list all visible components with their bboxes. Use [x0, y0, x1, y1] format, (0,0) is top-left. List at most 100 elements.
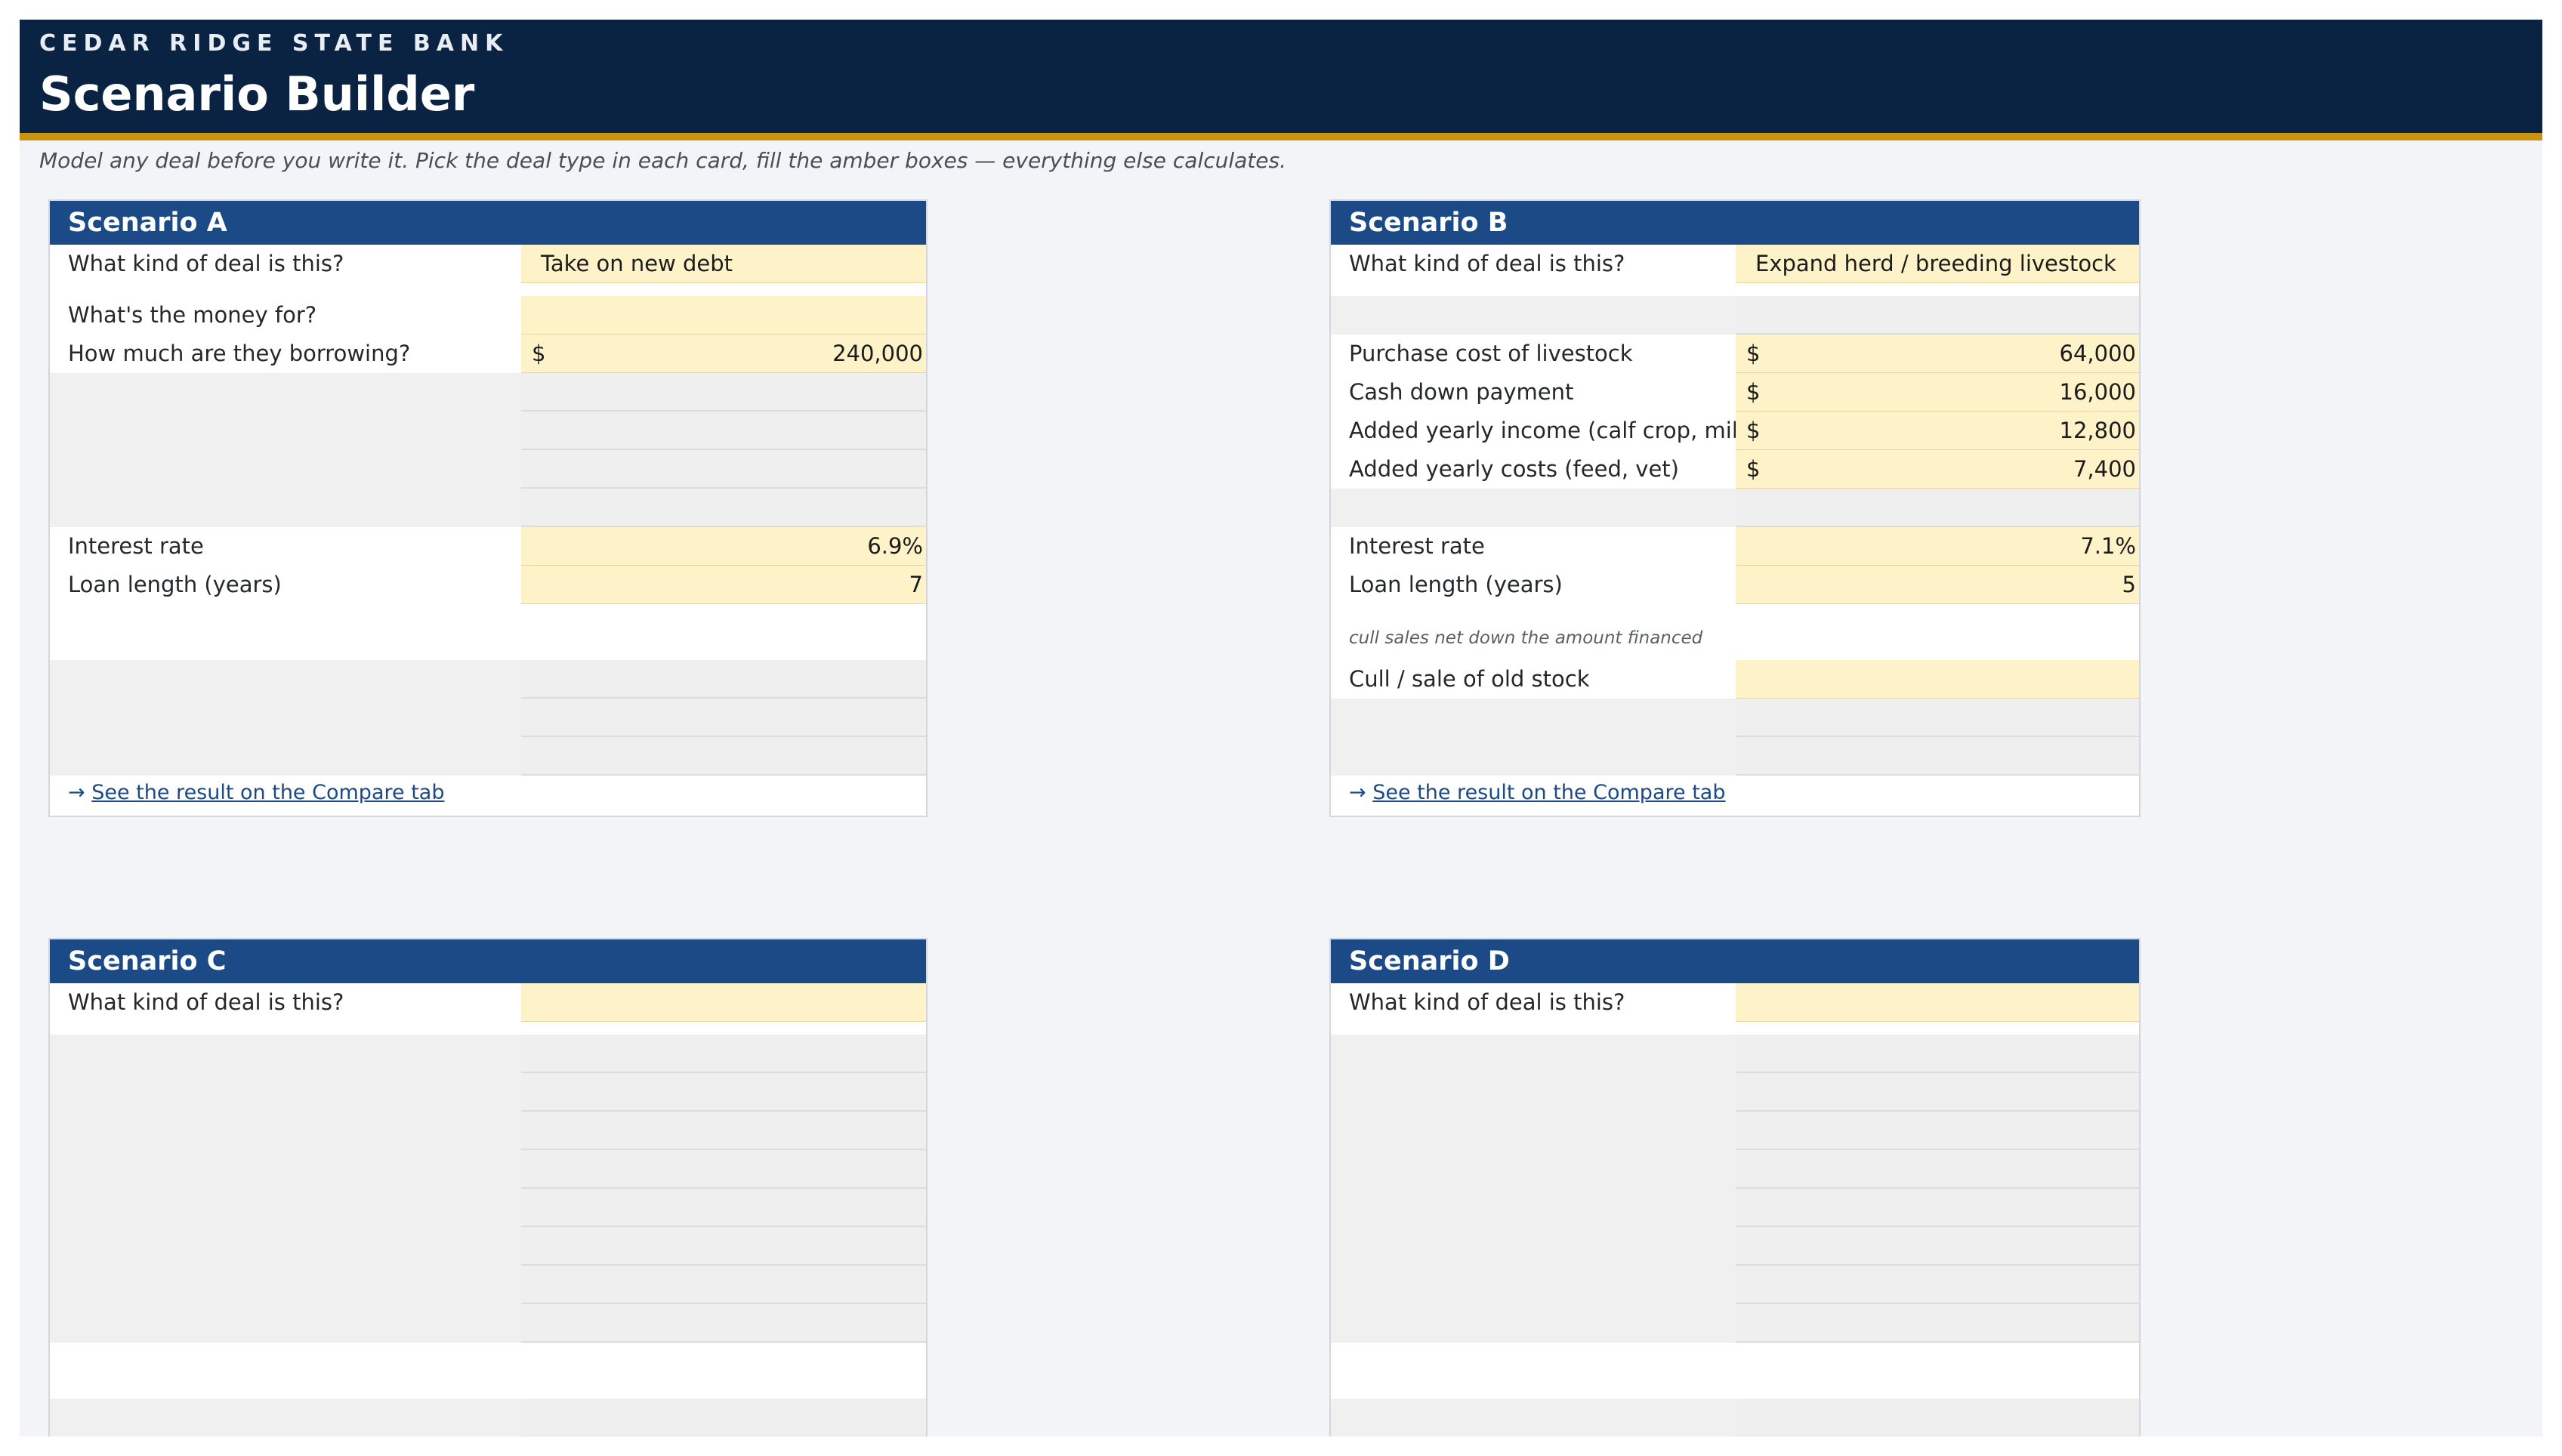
deal-type-select[interactable]: [1736, 983, 2139, 1022]
header-banner: CEDAR RIDGE STATE BANK Scenario Builder: [20, 20, 2542, 140]
inactive-rows-label-area: [1331, 1035, 1736, 1343]
compare-tab-link-text: See the result on the Compare tab: [1372, 781, 1726, 804]
inactive-cell: [1736, 296, 2139, 335]
arrow-right-icon: →: [1349, 781, 1366, 804]
currency-symbol: $: [1746, 418, 1761, 443]
inactive-cell: [1736, 1399, 2139, 1436]
inactive-cell: [521, 1189, 926, 1227]
inactive-cell: [521, 1266, 926, 1304]
inactive-cell: [1736, 1112, 2139, 1150]
currency-symbol: $: [532, 341, 546, 366]
inactive-rows-label-area: [50, 660, 521, 776]
deal-type-label: What kind of deal is this?: [68, 989, 344, 1015]
compare-tab-link[interactable]: → See the result on the Compare tab: [68, 781, 444, 804]
compare-tab-link-text: See the result on the Compare tab: [91, 781, 445, 804]
inactive-cell: [521, 373, 926, 412]
spreadsheet-canvas: CEDAR RIDGE STATE BANK Scenario Builder …: [20, 20, 2542, 1436]
inactive-cell: [521, 412, 926, 450]
scenario-c-card: Scenario C What kind of deal is this?: [48, 938, 928, 1436]
inactive-cell: [521, 737, 926, 776]
cull-sale-label: Cull / sale of old stock: [1349, 666, 1590, 692]
inactive-cell: [521, 450, 926, 489]
inactive-cell: [1736, 1266, 2139, 1304]
scenario-c-title: Scenario C: [50, 939, 926, 983]
deal-type-select[interactable]: Expand herd / breeding livestock: [1736, 245, 2139, 283]
added-income-value: 12,800: [2059, 418, 2136, 443]
inactive-cell: [1736, 1035, 2139, 1073]
inactive-cell: [521, 1035, 926, 1073]
inactive-cell: [1736, 489, 2139, 527]
interest-rate-label: Interest rate: [1349, 533, 1485, 559]
inactive-cell: [1736, 1227, 2139, 1266]
inactive-cell: [1736, 737, 2139, 776]
added-costs-value: 7,400: [2073, 456, 2136, 482]
inactive-cell: [521, 1227, 926, 1266]
inactive-cell: [521, 489, 926, 527]
deal-type-select[interactable]: Take on new debt: [521, 245, 926, 283]
added-income-input[interactable]: $ 12,800: [1736, 412, 2139, 450]
inactive-cell: [1736, 1150, 2139, 1189]
purchase-cost-label: Purchase cost of livestock: [1349, 341, 1633, 366]
scenario-a-card: Scenario A What kind of deal is this? Ta…: [48, 199, 928, 817]
inactive-rows-label-area: [50, 1399, 521, 1436]
added-income-label: Added yearly income (calf crop, milk): [1349, 418, 1736, 443]
inactive-cell: [521, 1399, 926, 1436]
interest-rate-input[interactable]: 7.1%: [1736, 527, 2139, 566]
inactive-cell: [521, 1150, 926, 1189]
amount-value: 240,000: [832, 341, 923, 366]
deal-type-value: Expand herd / breeding livestock: [1755, 251, 2116, 276]
inactive-row-label: [1331, 296, 1736, 335]
currency-symbol: $: [1746, 456, 1761, 482]
scenario-d-card: Scenario D What kind of deal is this?: [1329, 938, 2141, 1436]
page-title: Scenario Builder: [39, 66, 475, 122]
inactive-rows-label-area: [50, 1035, 521, 1343]
interest-rate-input[interactable]: 6.9%: [521, 527, 926, 566]
deal-type-label: What kind of deal is this?: [1349, 989, 1625, 1015]
amount-input[interactable]: $ 240,000: [521, 335, 926, 373]
scenario-b-title: Scenario B: [1331, 201, 2139, 245]
instructions-text: Model any deal before you write it. Pick…: [39, 148, 1287, 173]
cull-sales-note: cull sales net down the amount financed: [1349, 628, 1703, 648]
inactive-cell: [1736, 1189, 2139, 1227]
inactive-cell: [1736, 699, 2139, 737]
loan-length-input[interactable]: 7: [521, 566, 926, 604]
inactive-cell: [1736, 1304, 2139, 1343]
bank-name: CEDAR RIDGE STATE BANK: [39, 30, 509, 57]
inactive-cell: [521, 1304, 926, 1343]
currency-symbol: $: [1746, 379, 1761, 405]
purchase-cost-input[interactable]: $ 64,000: [1736, 335, 2139, 373]
deal-type-label: What kind of deal is this?: [68, 251, 344, 276]
inactive-rows-label-area: [1331, 1399, 1736, 1436]
loan-length-label: Loan length (years): [68, 572, 282, 597]
inactive-cell: [521, 699, 926, 737]
inactive-cell: [521, 1112, 926, 1150]
loan-length-input[interactable]: 5: [1736, 566, 2139, 604]
compare-tab-link[interactable]: → See the result on the Compare tab: [1349, 781, 1725, 804]
loan-length-value: 5: [2122, 572, 2136, 597]
deal-type-label: What kind of deal is this?: [1349, 251, 1625, 276]
interest-rate-label: Interest rate: [68, 533, 204, 559]
interest-rate-value: 6.9%: [867, 533, 923, 559]
amount-label: How much are they borrowing?: [68, 341, 411, 366]
purpose-input[interactable]: [521, 296, 926, 335]
cull-sale-input[interactable]: [1736, 660, 2139, 699]
purpose-label: What's the money for?: [68, 302, 317, 328]
inactive-rows-label-area: [1331, 699, 1736, 776]
down-payment-input[interactable]: $ 16,000: [1736, 373, 2139, 412]
scenario-a-title: Scenario A: [50, 201, 926, 245]
down-payment-value: 16,000: [2059, 379, 2136, 405]
inactive-rows-label-area: [50, 373, 521, 527]
down-payment-label: Cash down payment: [1349, 379, 1574, 405]
loan-length-value: 7: [909, 572, 923, 597]
interest-rate-value: 7.1%: [2080, 533, 2136, 559]
inactive-cell: [521, 1073, 926, 1112]
added-costs-label: Added yearly costs (feed, vet): [1349, 456, 1679, 482]
arrow-right-icon: →: [68, 781, 85, 804]
currency-symbol: $: [1746, 341, 1761, 366]
inactive-row-label: [1331, 489, 1736, 527]
added-costs-input[interactable]: $ 7,400: [1736, 450, 2139, 489]
scenario-b-card: Scenario B What kind of deal is this? Ex…: [1329, 199, 2141, 817]
deal-type-select[interactable]: [521, 983, 926, 1022]
loan-length-label: Loan length (years): [1349, 572, 1563, 597]
scenario-d-title: Scenario D: [1331, 939, 2139, 983]
